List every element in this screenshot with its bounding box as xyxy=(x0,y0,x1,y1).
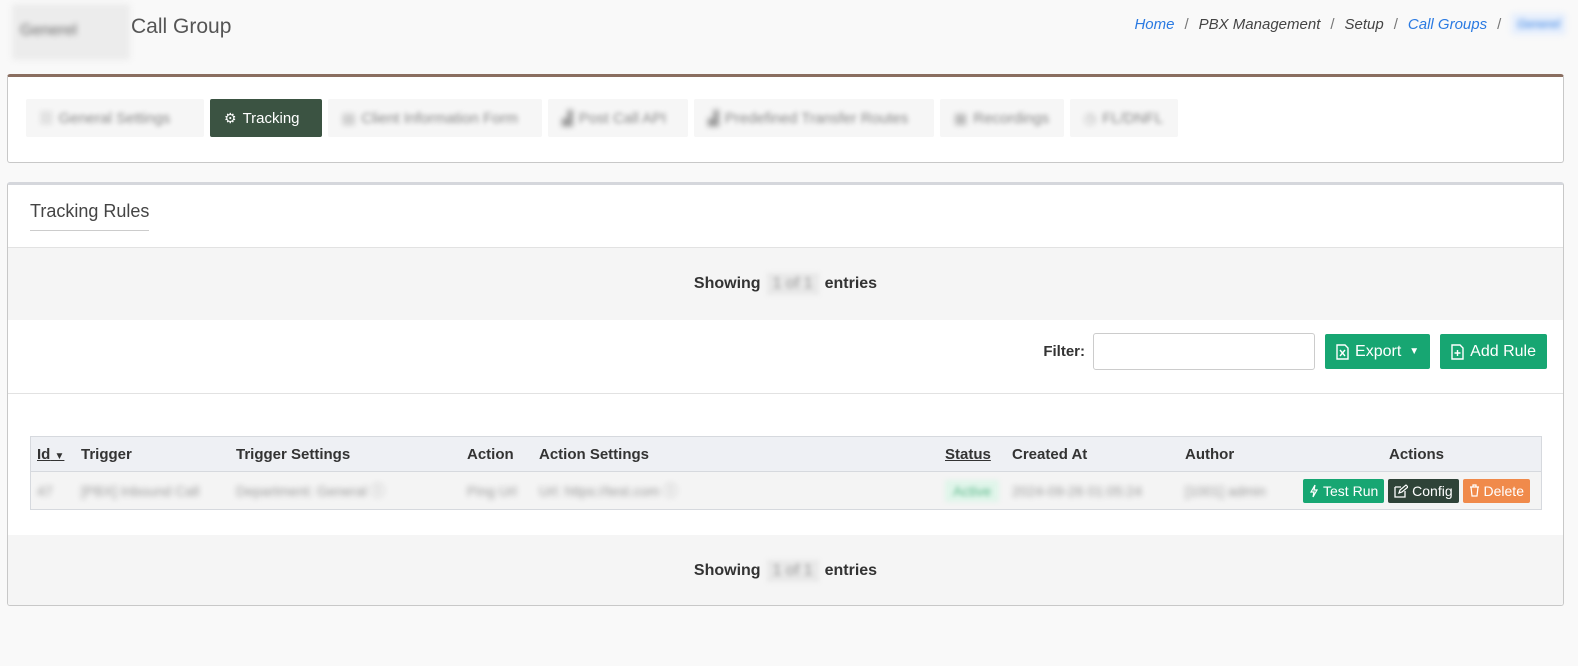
column-header-id[interactable]: Id ▼ xyxy=(31,437,75,472)
breadcrumb-home[interactable]: Home xyxy=(1134,16,1174,33)
column-header-created-at: Created At xyxy=(1006,437,1179,472)
caret-down-icon: ▼ xyxy=(1409,346,1420,357)
add-rule-button[interactable]: Add Rule xyxy=(1440,334,1547,369)
breadcrumb-setup: Setup xyxy=(1344,15,1384,33)
info-icon: ⓘ xyxy=(659,482,678,499)
tab-label: FL/DNFL xyxy=(1102,109,1164,127)
table-info-top: Showing 1 of 1 entries xyxy=(8,248,1563,320)
cell-trigger: [PBX] Inbound Call xyxy=(75,471,230,509)
breadcrumb-separator: / xyxy=(1330,15,1335,33)
showing-suffix: entries xyxy=(824,275,878,292)
cell-action-settings: Url: https://test.com ⓘ xyxy=(533,471,939,509)
form-icon: ▤ xyxy=(342,109,356,126)
config-label: Config xyxy=(1412,482,1453,499)
tab-predefined-transfer-routes[interactable]: ▟ Predefined Transfer Routes xyxy=(694,99,934,137)
tab-recordings[interactable]: ▦ Recordings xyxy=(940,99,1064,137)
test-run-label: Test Run xyxy=(1323,482,1379,499)
page-title: Call Group xyxy=(131,15,232,38)
breadcrumb: Home / PBX Management / Setup / Call Gro… xyxy=(1134,13,1566,35)
test-run-button[interactable]: Test Run xyxy=(1303,478,1385,503)
divider xyxy=(8,393,1563,394)
chart-icon: ▟ xyxy=(562,109,573,126)
gears-icon: ⚙ xyxy=(224,109,237,126)
call-group-name: Generel xyxy=(20,22,77,39)
call-group-name-chip: Generel xyxy=(12,4,130,60)
bolt-icon xyxy=(1309,484,1319,497)
column-header-actions: Actions xyxy=(1292,437,1541,472)
tab-label: Post Call API xyxy=(578,109,667,127)
card-title: Tracking Rules xyxy=(30,201,150,231)
column-header-trigger-settings: Trigger Settings xyxy=(230,437,461,472)
cell-action: Ping Url xyxy=(461,471,533,509)
trash-icon xyxy=(1469,484,1479,497)
page-header: Generel Call Group Home / PBX Management… xyxy=(0,0,1578,75)
export-button[interactable]: Export ▼ xyxy=(1325,334,1431,369)
tab-label: Tracking xyxy=(242,109,300,127)
tracking-rules-card: Tracking Rules Showing 1 of 1 entries Fi… xyxy=(7,182,1564,606)
showing-count: 1 of 1 xyxy=(766,273,819,295)
table-header-row: Id ▼ Trigger Trigger Settings Action Act… xyxy=(31,437,1541,472)
breadcrumb-separator: / xyxy=(1497,15,1502,33)
tab-label: Predefined Transfer Routes xyxy=(724,109,909,127)
edit-icon xyxy=(1394,483,1409,498)
showing-prefix: Showing xyxy=(693,562,761,579)
showing-suffix: entries xyxy=(824,562,878,579)
tracking-rules-table: Id ▼ Trigger Trigger Settings Action Act… xyxy=(30,436,1542,510)
cell-status: Active xyxy=(939,471,1006,509)
tab-label: Client Information Form xyxy=(361,109,518,127)
cell-trigger-settings: Department: General ⓘ xyxy=(230,471,461,509)
cell-id: 47 xyxy=(31,471,75,509)
filter-input[interactable] xyxy=(1093,333,1316,370)
delete-button[interactable]: Delete xyxy=(1462,478,1530,503)
column-header-status[interactable]: Status xyxy=(939,437,1006,472)
delete-label: Delete xyxy=(1483,482,1524,499)
file-plus-icon xyxy=(1451,343,1464,360)
breadcrumb-pbx-management: PBX Management xyxy=(1198,15,1321,33)
config-button[interactable]: Config xyxy=(1388,478,1459,503)
table-info-bottom: Showing 1 of 1 entries xyxy=(8,535,1563,605)
chart-icon: ▟ xyxy=(708,109,719,126)
filter-label: Filter: xyxy=(1043,343,1086,360)
tab-tracking[interactable]: ⚙ Tracking xyxy=(210,99,322,137)
status-badge: Active xyxy=(945,479,1000,502)
table-row: 47 [PBX] Inbound Call Department: Genera… xyxy=(31,471,1541,509)
tab-post-call-api[interactable]: ▟ Post Call API xyxy=(548,99,688,137)
add-rule-label: Add Rule xyxy=(1470,342,1536,360)
column-header-trigger: Trigger xyxy=(75,437,230,472)
breadcrumb-separator: / xyxy=(1184,15,1189,33)
cell-author: [1001] admin xyxy=(1179,471,1292,509)
table-toolbar: Filter: Export ▼ Add Rule xyxy=(1043,333,1547,370)
showing-count: 1 of 1 xyxy=(766,560,819,582)
sort-desc-icon: ▼ xyxy=(54,450,65,462)
tab-fl-dnfl[interactable]: ◷ FL/DNFL xyxy=(1070,99,1178,137)
cell-actions: Test Run Config Delete xyxy=(1292,471,1541,509)
info-icon: ⓘ xyxy=(366,482,385,499)
breadcrumb-current: Generel xyxy=(1511,13,1566,35)
column-header-action: Action xyxy=(461,437,533,472)
clock-icon: ◷ xyxy=(1084,109,1097,126)
column-header-author: Author xyxy=(1179,437,1292,472)
tab-label: General Settings xyxy=(58,109,171,127)
showing-prefix: Showing xyxy=(693,275,761,292)
settings-tabs: ☷ General Settings ⚙ Tracking ▤ Client I… xyxy=(26,99,1178,137)
column-header-action-settings: Action Settings xyxy=(533,437,939,472)
sliders-icon: ☷ xyxy=(40,109,53,126)
breadcrumb-separator: / xyxy=(1393,15,1398,33)
tab-label: Recordings xyxy=(973,109,1050,127)
tab-client-information-form[interactable]: ▤ Client Information Form xyxy=(328,99,542,137)
export-label: Export xyxy=(1355,342,1402,360)
settings-tabs-card: ☷ General Settings ⚙ Tracking ▤ Client I… xyxy=(7,74,1564,163)
cell-created-at: 2024-09-26 01:05:24 xyxy=(1006,471,1179,509)
excel-file-icon xyxy=(1336,343,1349,360)
list-icon: ▦ xyxy=(954,109,968,126)
breadcrumb-call-groups[interactable]: Call Groups xyxy=(1408,16,1487,33)
tab-general-settings[interactable]: ☷ General Settings xyxy=(26,99,204,137)
